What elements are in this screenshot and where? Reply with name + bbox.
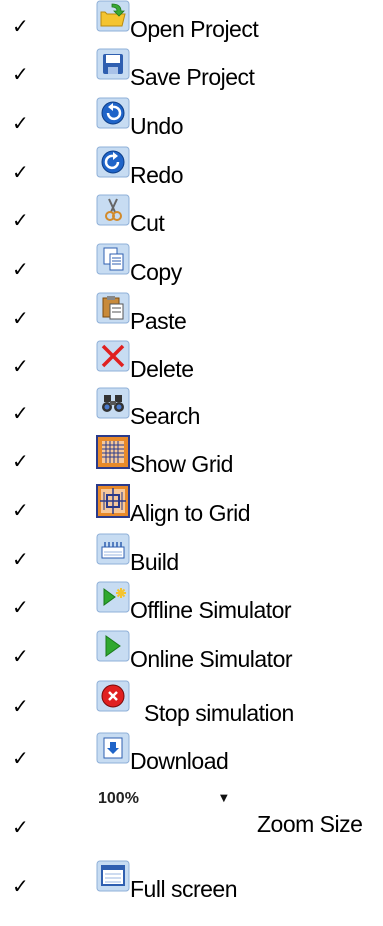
undo-icon [96,97,130,131]
item-label: Delete [130,356,194,382]
check-mark-icon: ✓ [12,449,29,473]
build-icon [96,533,130,567]
list-item: ✓ Copy [0,243,383,287]
list-item: ✓ Stop simulation [0,680,383,726]
list-item: ✓ Online Simulator [0,630,383,674]
item-label: Save Project [130,64,255,90]
check-mark-icon: ✓ [12,160,29,184]
zoom-value: 100% [98,790,139,807]
list-item: ✓ Delete [0,340,383,384]
list-item: ✓ Download [0,732,383,776]
list-item: ✓ 100% ▼ Zoom Size [0,787,383,843]
item-label: Paste [130,308,187,334]
list-item: ✓ Full screen [0,860,383,904]
scissors-icon [96,194,130,228]
grid-icon [96,435,130,469]
list-item: ✓ Open Project [0,0,383,44]
check-mark-icon: ✓ [12,62,29,86]
chevron-down-icon[interactable]: ▼ [220,793,228,804]
item-label: Copy [130,259,182,285]
save-disk-icon [96,48,130,82]
item-label: Align to Grid [130,500,251,526]
check-mark-icon: ✓ [12,208,29,232]
check-mark-icon: ✓ [12,306,29,330]
list-item: ✓ Undo [0,97,383,141]
item-label: Open Project [130,16,259,42]
item-label: Cut [130,210,165,236]
check-mark-icon: ✓ [12,257,29,281]
open-folder-icon [96,0,130,34]
redo-icon [96,146,130,180]
zoom-dropdown[interactable]: 100% ▼ [96,787,234,817]
item-label: Full screen [130,876,237,902]
item-label: Stop simulation [144,700,294,726]
check-mark-icon: ✓ [12,874,29,898]
item-label: Download [130,748,229,774]
paste-icon [96,292,130,326]
list-item: ✓ Save Project [0,48,383,92]
item-label: Build [130,549,179,575]
list-item: ✓ Redo [0,146,383,190]
copy-icon [96,243,130,277]
item-label: Show Grid [130,451,233,477]
list-item: ✓ Align to Grid [0,484,383,528]
check-mark-icon: ✓ [12,111,29,135]
item-label: Redo [130,162,183,188]
item-label: Undo [130,113,183,139]
delete-x-icon [96,340,130,374]
list-item: ✓ Cut [0,194,383,238]
list-item: ✓ Build [0,533,383,577]
check-mark-icon: ✓ [12,595,29,619]
item-label: Offline Simulator [130,597,292,623]
item-label: Zoom Size [257,811,363,837]
play-icon [96,630,130,664]
check-mark-icon: ✓ [12,694,29,718]
list-item: ✓ Show Grid [0,435,383,479]
binoculars-icon [96,387,130,421]
full-screen-icon [96,860,130,894]
check-mark-icon: ✓ [12,498,29,522]
check-mark-icon: ✓ [12,746,29,770]
list-item: ✓ Paste [0,292,383,336]
check-mark-icon: ✓ [12,644,29,668]
check-mark-icon: ✓ [12,14,29,38]
offline-play-icon [96,581,130,615]
align-grid-icon [96,484,130,518]
check-mark-icon: ✓ [12,401,29,425]
download-icon [96,732,130,766]
item-label: Search [130,403,200,429]
list-item: ✓ Search [0,387,383,431]
list-item: ✓ Offline Simulator [0,581,383,625]
check-mark-icon: ✓ [12,547,29,571]
item-label: Online Simulator [130,646,293,672]
check-mark-icon: ✓ [12,354,29,378]
stop-icon [96,680,130,714]
check-mark-icon: ✓ [12,815,29,839]
